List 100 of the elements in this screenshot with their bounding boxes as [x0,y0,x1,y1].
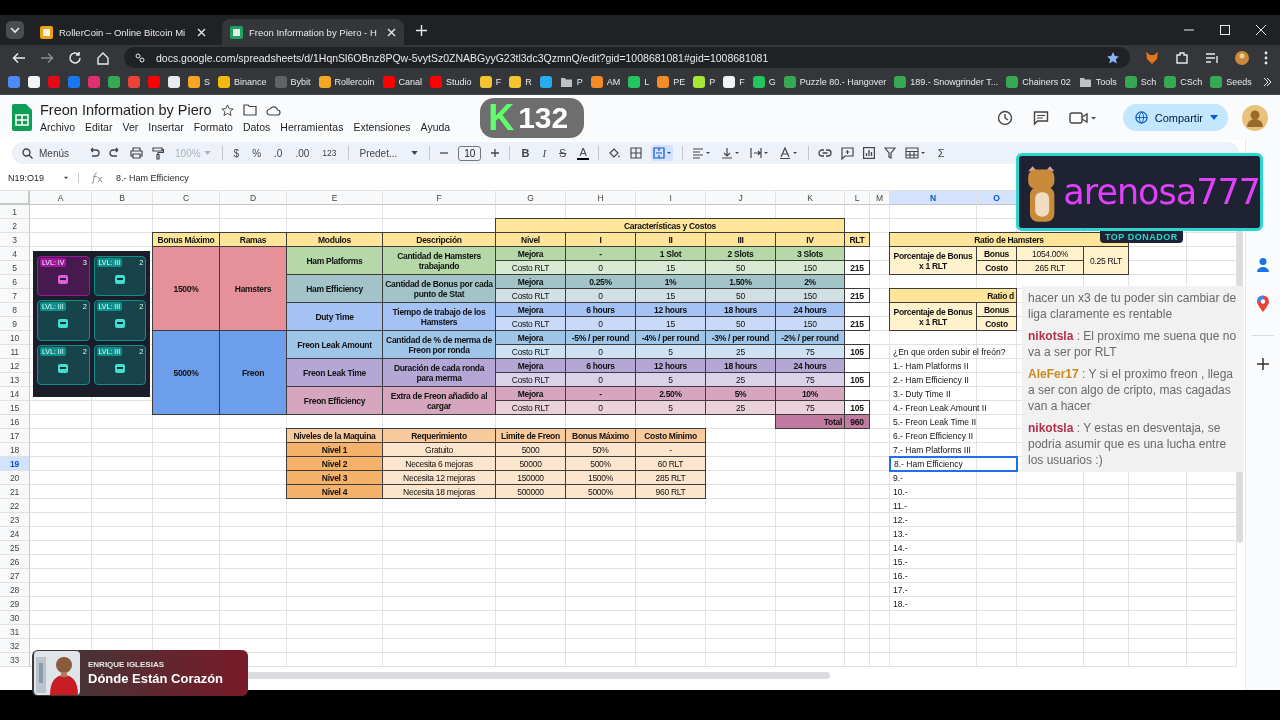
redo-icon[interactable] [109,147,121,159]
bookmark[interactable]: CSch [1164,76,1203,88]
row-header[interactable]: 8 [0,303,30,317]
row-header[interactable]: 15 [0,401,30,415]
column-header[interactable]: K [776,191,845,205]
column-header[interactable]: J [706,191,776,205]
bookmark[interactable]: Puzzle 80.- Hangover [783,76,887,88]
table-cell[interactable]: 10.- [890,485,1017,499]
table-cell[interactable]: 6.- Freon Efficiency II [890,429,1017,443]
new-tab-icon[interactable] [416,24,427,36]
row-header[interactable]: 19 [0,457,30,471]
column-header[interactable]: C [153,191,220,205]
table-cell[interactable]: 9.- [890,471,1017,485]
font-size-field[interactable]: 10 [458,145,482,161]
contacts-icon[interactable] [1256,257,1270,273]
row-header[interactable]: 23 [0,513,30,527]
bookmark[interactable]: P [559,76,583,88]
decrease-decimals-button[interactable]: .0 [272,147,285,159]
row-header[interactable]: 13 [0,373,30,387]
bookmark[interactable]: Binance [218,76,267,88]
menu-item[interactable]: Datos [242,121,271,133]
row-header[interactable]: 5 [0,261,30,275]
row-header[interactable]: 31 [0,625,30,639]
column-header[interactable]: M [870,191,890,205]
close-icon[interactable] [197,27,206,37]
fox-icon[interactable] [1144,49,1160,66]
bookmark[interactable]: PE [657,76,686,88]
row-header[interactable]: 29 [0,597,30,611]
row-header[interactable]: 33 [0,653,30,667]
link-icon[interactable] [817,148,832,158]
currency-button[interactable]: $ [231,147,242,159]
text-rotation-icon[interactable] [778,147,799,159]
bookmark[interactable] [539,76,552,88]
bookmark[interactable]: S [188,76,210,88]
profile-icon[interactable] [1234,49,1250,66]
row-header[interactable]: 20 [0,471,30,485]
menu-item[interactable]: Archivo [40,121,75,133]
back-icon[interactable] [12,50,26,65]
row-header[interactable]: 10 [0,331,30,345]
fill-color-icon[interactable] [607,146,621,160]
home-icon[interactable] [96,50,110,65]
row-header[interactable]: 21 [0,485,30,499]
cloud-icon[interactable] [265,104,281,116]
font-dropdown[interactable]: Predet... [357,147,421,159]
menu-item[interactable]: Editar [85,121,113,133]
menu-item[interactable]: Extensiones [353,121,411,133]
row-header[interactable]: 28 [0,583,30,597]
comment-icon[interactable] [1032,109,1049,126]
forward-icon[interactable] [40,50,54,65]
folder-icon[interactable] [242,104,257,116]
column-header[interactable]: B [92,191,153,205]
bookmark[interactable]: 189.- Snowgrinder T... [894,76,999,88]
bookmark[interactable]: Studio [430,76,472,88]
formula-input[interactable]: 8.- Ham Efficiency [116,173,189,183]
table-cell[interactable]: ¿En que orden subir el freón? [890,345,1017,359]
column-header[interactable]: O [977,191,1017,205]
history-icon[interactable] [996,109,1013,126]
scrollbar[interactable] [245,672,830,679]
chevron-icon[interactable] [1262,77,1272,87]
bookmark[interactable]: Chainers 02 [1006,76,1071,88]
bookmark[interactable]: Tools [1078,76,1117,88]
table-cell[interactable]: 16.- [890,569,1017,583]
share-button[interactable]: Compartir [1122,104,1228,131]
text-color-button[interactable]: A [577,146,589,160]
more-icon[interactable] [1264,50,1268,65]
row-header[interactable]: 14 [0,387,30,401]
row-header[interactable]: 16 [0,415,30,429]
merge-cells-icon[interactable] [650,145,673,161]
table-cell[interactable]: 18.- [890,597,1017,611]
paint-format-icon[interactable] [152,146,164,160]
row-header[interactable]: 24 [0,527,30,541]
row-header[interactable]: 32 [0,639,30,653]
table-cell[interactable]: 17.- [890,583,1017,597]
table-cell[interactable]: 4.- Freon Leak Amount II [890,401,1017,415]
borders-icon[interactable] [629,147,642,159]
map-pin-icon[interactable] [1256,295,1270,313]
menu-item[interactable]: Insertar [148,121,184,133]
maximize-icon[interactable] [1220,25,1230,35]
bookmark[interactable]: Seeds [1210,76,1252,88]
column-header[interactable]: D [220,191,287,205]
browser-tab[interactable]: RollerCoin – Online Bitcoin Mi [32,19,214,45]
bookmark[interactable] [108,76,120,88]
chart-icon[interactable] [862,147,875,159]
row-header[interactable]: 6 [0,275,30,289]
sheets-logo-icon[interactable] [12,104,32,131]
column-header[interactable]: N [890,191,977,205]
increase-decimals-button[interactable]: .00 [293,147,312,159]
row-header[interactable]: 7 [0,289,30,303]
bookmark[interactable]: Sch [1124,76,1157,88]
italic-button[interactable]: I [540,147,549,159]
bookmark[interactable]: P [693,76,716,88]
table-cell[interactable]: 5.- Freon Leak Time II [890,415,1017,429]
browser-tab[interactable]: Freon Information by Piero - H [222,19,404,45]
undo-icon[interactable] [88,147,100,159]
row-header[interactable]: 22 [0,499,30,513]
vertical-align-icon[interactable] [720,147,741,159]
add-comment-icon[interactable] [840,146,854,160]
menu-item[interactable]: Herramientas [280,121,344,133]
table-cell[interactable]: 14.- [890,541,1017,555]
document-title[interactable]: Freon Information by Piero [40,102,212,118]
